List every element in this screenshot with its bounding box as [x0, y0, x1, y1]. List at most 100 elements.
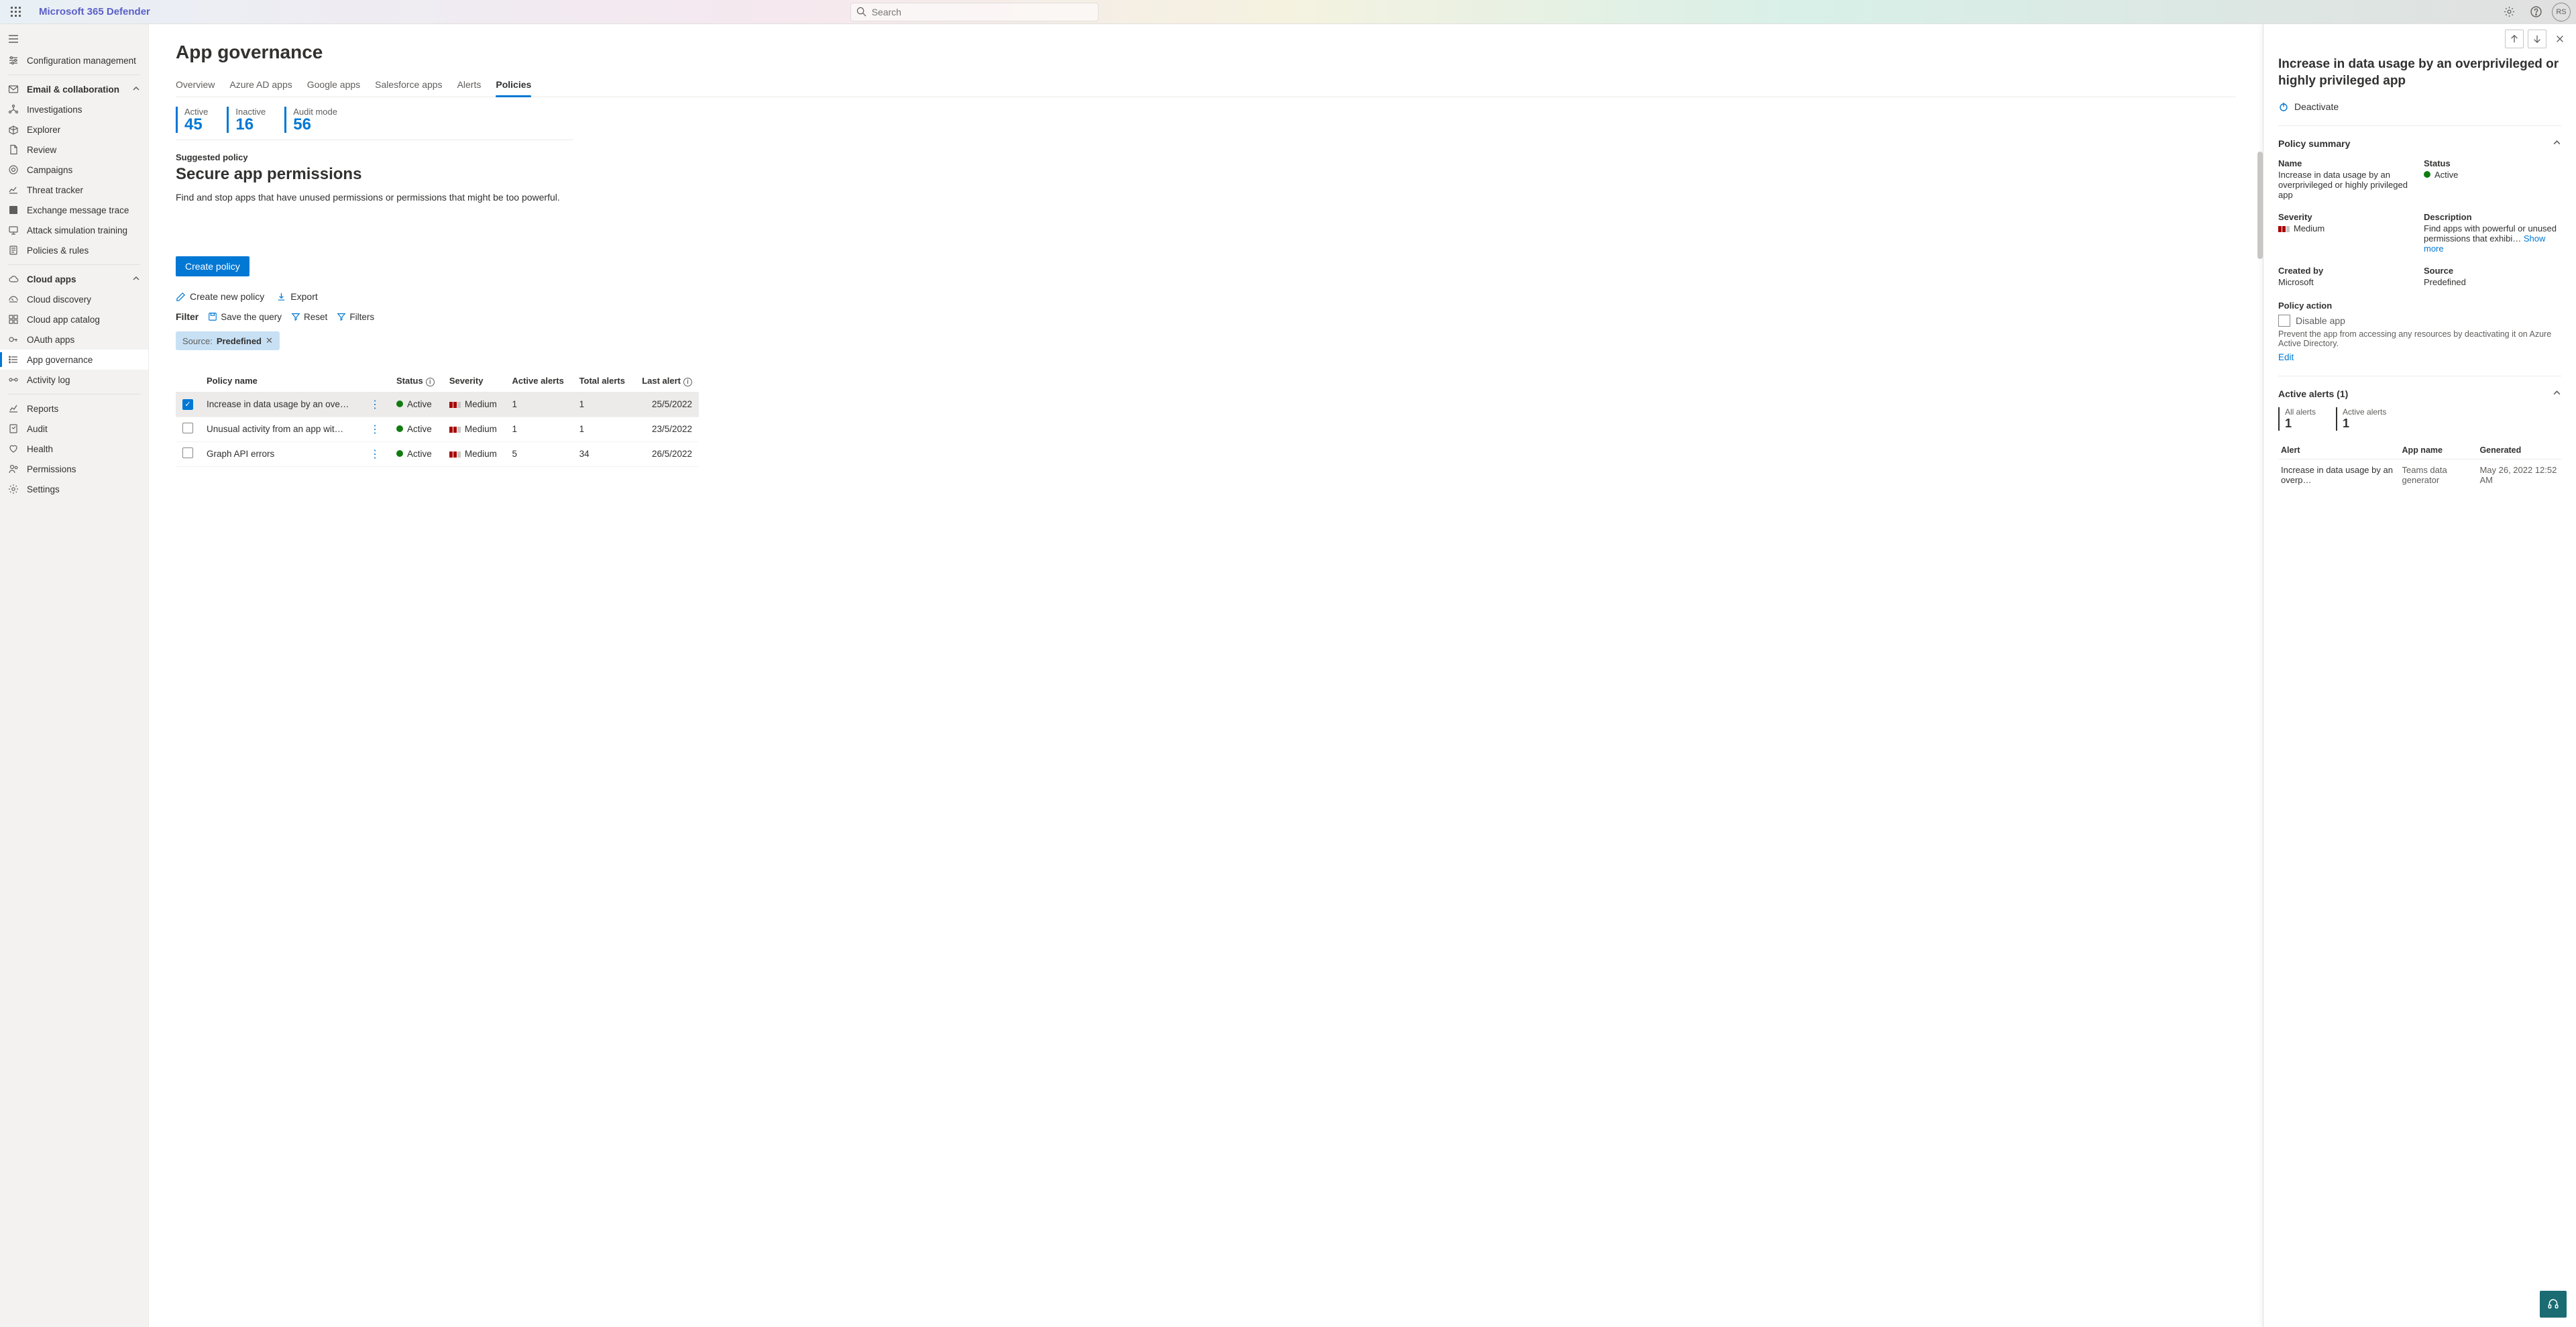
create-policy-button[interactable]: Create policy	[176, 256, 249, 276]
help-icon[interactable]	[2525, 1, 2546, 23]
nav-item-configuration-management[interactable]: Configuration management	[0, 50, 148, 70]
previous-item-button[interactable]	[2505, 30, 2524, 48]
table-row[interactable]: Increase in data usage by an ove… ⋮ Acti…	[176, 392, 699, 417]
suggested-policy-title: Secure app permissions	[176, 165, 2236, 184]
close-panel-button[interactable]	[2551, 30, 2569, 48]
row-more-icon[interactable]: ⋮	[367, 399, 383, 411]
nav-item-review[interactable]: Review	[0, 140, 148, 160]
cell-active-alerts: 1	[505, 392, 572, 417]
row-more-icon[interactable]: ⋮	[367, 449, 383, 460]
col-app-name[interactable]: App name	[2400, 441, 2477, 460]
tab-policies[interactable]: Policies	[496, 75, 531, 97]
main-area: App governance Overview Azure AD apps Go…	[149, 24, 2576, 1327]
severity-bars-icon	[449, 402, 461, 408]
nav-item-cloud-discovery[interactable]: Cloud discovery	[0, 289, 148, 309]
row-checkbox[interactable]	[182, 399, 193, 410]
deactivate-label: Deactivate	[2294, 101, 2339, 112]
content-pane: App governance Overview Azure AD apps Go…	[149, 24, 2263, 1327]
export-button[interactable]: Export	[276, 291, 317, 302]
grid-icon	[8, 314, 19, 325]
search-box[interactable]	[850, 3, 1099, 21]
nav-item-exchange-message-trace[interactable]: Exchange message trace	[0, 200, 148, 220]
nav-item-reports[interactable]: Reports	[0, 399, 148, 419]
permissions-icon	[8, 464, 19, 474]
edit-link[interactable]: Edit	[2278, 352, 2294, 362]
filters-button[interactable]: Filters	[337, 312, 374, 322]
nav-item-settings[interactable]: Settings	[0, 479, 148, 499]
cell-status: Active	[390, 417, 443, 441]
product-brand[interactable]: Microsoft 365 Defender	[39, 6, 150, 17]
nav-item-explorer[interactable]: Explorer	[0, 119, 148, 140]
filter-action-label: Save the query	[221, 312, 282, 322]
row-checkbox[interactable]	[182, 447, 193, 458]
chip-remove-icon[interactable]: ✕	[266, 335, 273, 346]
nav-item-app-governance[interactable]: App governance	[0, 350, 148, 370]
reset-filter-button[interactable]: Reset	[291, 312, 327, 322]
row-checkbox[interactable]	[182, 423, 193, 433]
tab-overview[interactable]: Overview	[176, 75, 215, 97]
kpi-value: 1	[2343, 417, 2386, 431]
field-value: Active	[2424, 170, 2561, 180]
create-new-policy-button[interactable]: Create new policy	[176, 291, 264, 302]
cell-status: Active	[390, 441, 443, 466]
filter-chip-source[interactable]: Source: Predefined ✕	[176, 331, 280, 350]
info-icon[interactable]: i	[683, 378, 692, 386]
section-title: Active alerts (1)	[2278, 388, 2348, 399]
col-label: Last alert	[642, 376, 681, 386]
nav-item-permissions[interactable]: Permissions	[0, 459, 148, 479]
tab-salesforce-apps[interactable]: Salesforce apps	[375, 75, 442, 97]
nav-group-email-collaboration[interactable]: Email & collaboration	[0, 79, 148, 99]
deactivate-button[interactable]: Deactivate	[2278, 101, 2561, 126]
floating-feedback-button[interactable]	[2540, 1291, 2567, 1318]
nav-item-campaigns[interactable]: Campaigns	[0, 160, 148, 180]
tab-alerts[interactable]: Alerts	[457, 75, 482, 97]
cell-last-alert: 25/5/2022	[633, 392, 699, 417]
tab-bar: Overview Azure AD apps Google apps Sales…	[176, 75, 2236, 97]
col-generated[interactable]: Generated	[2477, 441, 2561, 460]
nav-group-cloud-apps[interactable]: Cloud apps	[0, 269, 148, 289]
tab-google-apps[interactable]: Google apps	[307, 75, 360, 97]
nav-label: Exchange message trace	[27, 205, 129, 215]
content-scrollbar[interactable]	[2257, 152, 2263, 259]
col-total-alerts[interactable]: Total alerts	[573, 370, 634, 392]
nav-collapse-icon[interactable]	[0, 30, 148, 50]
table-row[interactable]: Graph API errors ⋮ Active Medium 5 34 26…	[176, 441, 699, 466]
col-severity[interactable]: Severity	[443, 370, 506, 392]
col-alert[interactable]: Alert	[2278, 441, 2400, 460]
active-alerts-header[interactable]: Active alerts (1)	[2278, 388, 2561, 399]
table-row[interactable]: Unusual activity from an app wit… ⋮ Acti…	[176, 417, 699, 441]
nav-item-audit[interactable]: Audit	[0, 419, 148, 439]
policy-summary-header[interactable]: Policy summary	[2278, 138, 2561, 149]
col-active-alerts[interactable]: Active alerts	[505, 370, 572, 392]
cell-policy-name: Unusual activity from an app wit…	[200, 417, 360, 441]
search-input[interactable]	[872, 7, 1093, 17]
app-launcher-icon[interactable]	[5, 1, 27, 23]
settings-gear-icon[interactable]	[2498, 1, 2520, 23]
disable-app-checkbox[interactable]	[2278, 315, 2290, 327]
nav-item-health[interactable]: Health	[0, 439, 148, 459]
list-icon	[8, 354, 19, 365]
info-icon[interactable]: i	[426, 378, 435, 386]
col-policy-name[interactable]: Policy name	[200, 370, 360, 392]
nav-item-policies-rules[interactable]: Policies & rules	[0, 240, 148, 260]
status-dot-icon	[396, 425, 403, 432]
save-query-button[interactable]: Save the query	[208, 312, 282, 322]
col-status[interactable]: Statusi	[390, 370, 443, 392]
field-label: Source	[2424, 266, 2561, 276]
tab-azure-ad-apps[interactable]: Azure AD apps	[229, 75, 292, 97]
alert-row[interactable]: Increase in data usage by an overp… Team…	[2278, 460, 2561, 491]
col-last-alert[interactable]: Last alerti	[633, 370, 699, 392]
nav-item-activity-log[interactable]: Activity log	[0, 370, 148, 390]
field-label: Description	[2424, 212, 2561, 222]
chevron-up-icon	[132, 274, 140, 284]
field-label: Status	[2424, 158, 2561, 168]
next-item-button[interactable]	[2528, 30, 2546, 48]
nav-divider	[8, 264, 140, 265]
nav-item-investigations[interactable]: Investigations	[0, 99, 148, 119]
nav-item-attack-simulation-training[interactable]: Attack simulation training	[0, 220, 148, 240]
row-more-icon[interactable]: ⋮	[367, 424, 383, 435]
user-avatar[interactable]: RS	[2552, 3, 2571, 21]
nav-item-cloud-app-catalog[interactable]: Cloud app catalog	[0, 309, 148, 329]
nav-item-oauth-apps[interactable]: OAuth apps	[0, 329, 148, 350]
nav-item-threat-tracker[interactable]: Threat tracker	[0, 180, 148, 200]
